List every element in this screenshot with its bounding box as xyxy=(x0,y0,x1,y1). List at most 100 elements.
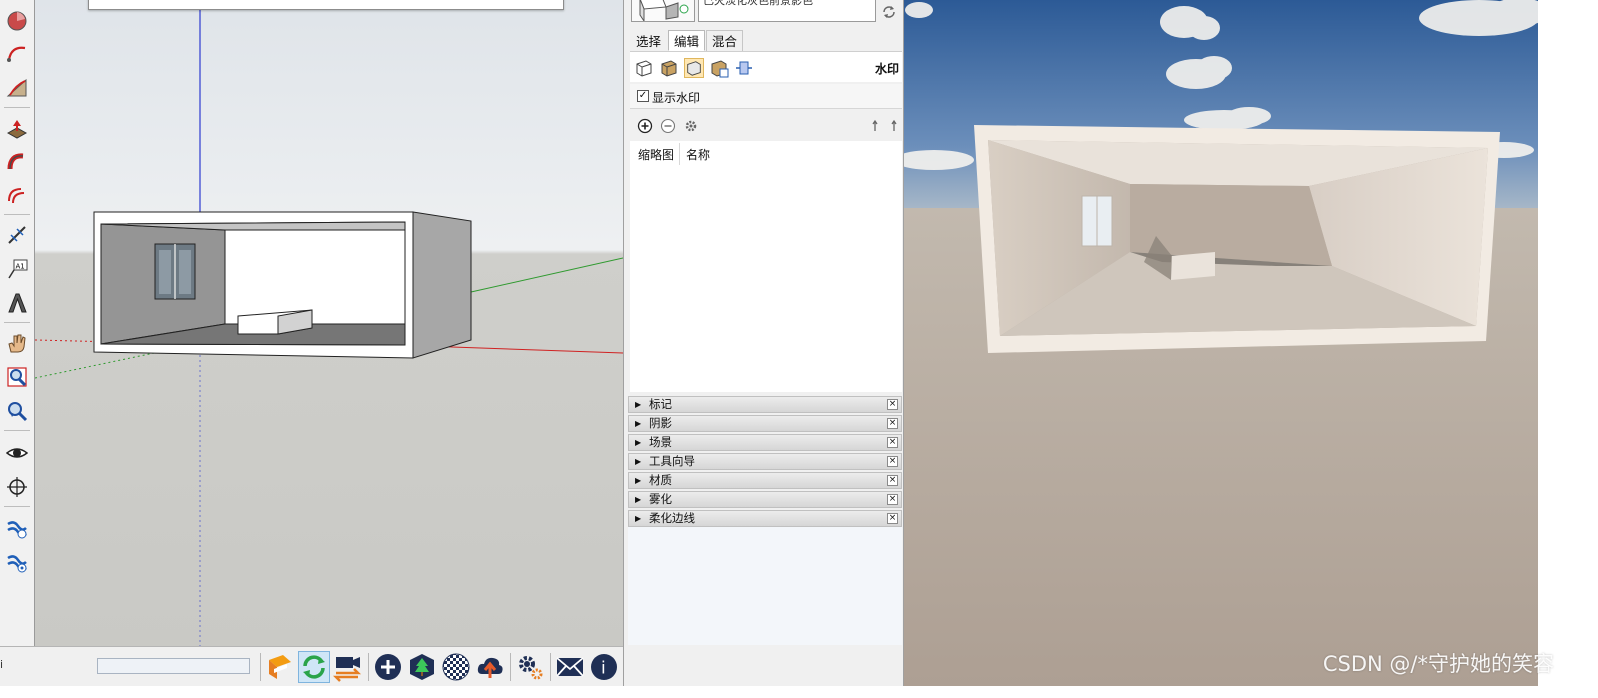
separator xyxy=(550,653,551,681)
mail-icon[interactable] xyxy=(554,651,586,683)
expand-arrow-icon: ▶ xyxy=(635,419,642,428)
watermark-settings-gear-icon[interactable] xyxy=(683,118,699,134)
floating-dialog[interactable] xyxy=(88,0,564,10)
expand-arrow-icon: ▶ xyxy=(635,457,642,466)
panel-shadows[interactable]: ▶ 阴影 × xyxy=(628,415,902,432)
style-cube-icon xyxy=(639,0,689,23)
panel-title: 场景 xyxy=(649,435,672,449)
tape-measure-icon[interactable] xyxy=(4,222,29,247)
cloud-upload-icon[interactable] xyxy=(474,651,506,683)
panel-soften-edges[interactable]: ▶ 柔化边线 × xyxy=(628,510,902,527)
separator xyxy=(510,653,511,681)
left-toolbar: A1 xyxy=(0,0,35,646)
close-icon[interactable]: × xyxy=(887,494,898,505)
add-watermark-icon[interactable] xyxy=(637,118,653,134)
move-down-icon[interactable] xyxy=(886,118,902,134)
style-description[interactable]: 已灭淡化灰色前景影色 xyxy=(698,0,876,22)
edit-section-title: 水印 xyxy=(874,62,899,76)
expand-arrow-icon: ▶ xyxy=(635,400,642,409)
close-icon[interactable]: × xyxy=(887,418,898,429)
column-divider xyxy=(679,143,680,165)
panel-materials[interactable]: ▶ 材质 × xyxy=(628,472,902,489)
position-camera-icon[interactable] xyxy=(4,474,29,499)
panel-scenes[interactable]: ▶ 场景 × xyxy=(628,434,902,451)
close-icon[interactable]: × xyxy=(887,456,898,467)
sync-icon[interactable] xyxy=(298,651,330,683)
separator xyxy=(368,653,369,681)
panel-title: 材质 xyxy=(649,473,672,487)
expand-arrow-icon: ▶ xyxy=(635,495,642,504)
tree-icon[interactable] xyxy=(406,651,438,683)
panel-title: 阴影 xyxy=(649,416,672,430)
render-image xyxy=(904,0,1538,686)
remove-watermark-icon[interactable] xyxy=(660,118,676,134)
close-icon[interactable]: × xyxy=(887,437,898,448)
show-watermark-row: ✓ 显示水印 xyxy=(630,84,902,109)
column-header-thumbnail[interactable]: 缩略图 xyxy=(638,146,674,163)
column-header-name[interactable]: 名称 xyxy=(686,146,710,163)
camera-export-icon[interactable] xyxy=(332,651,364,683)
panel-title: 柔化边线 xyxy=(649,511,695,525)
watermark-settings-icon[interactable] xyxy=(709,58,729,78)
panel-title: 雾化 xyxy=(649,492,672,506)
refresh-icon[interactable] xyxy=(880,3,898,21)
show-watermark-label: 显示水印 xyxy=(652,91,701,105)
offset-icon[interactable] xyxy=(4,182,29,207)
tab-select[interactable]: 选择 xyxy=(630,30,667,51)
edge-settings-icon[interactable] xyxy=(634,58,654,78)
status-bar: i i xyxy=(0,646,623,686)
separator xyxy=(4,430,30,431)
style-thumbnail[interactable] xyxy=(631,0,695,23)
plugin-a-icon[interactable] xyxy=(4,516,29,541)
freehand-icon[interactable] xyxy=(4,75,29,100)
settings-icon[interactable] xyxy=(514,651,546,683)
panel-tags[interactable]: ▶ 标记 × xyxy=(628,396,902,413)
info-icon[interactable]: i xyxy=(588,651,620,683)
expand-arrow-icon: ▶ xyxy=(635,514,642,523)
follow-me-icon[interactable] xyxy=(4,149,29,174)
tray-empty-area xyxy=(628,527,902,645)
text-tool-label: A1 xyxy=(15,262,24,270)
push-pull-icon[interactable] xyxy=(4,116,29,141)
move-up-icon[interactable] xyxy=(868,118,884,134)
tab-edit[interactable]: 编辑 xyxy=(668,30,706,51)
green-axis xyxy=(470,257,623,293)
pan-hand-icon[interactable] xyxy=(4,330,29,355)
plugin-b-icon[interactable] xyxy=(4,550,29,575)
look-around-icon[interactable] xyxy=(4,440,29,465)
modeling-settings-icon[interactable] xyxy=(734,58,754,78)
expand-arrow-icon: ▶ xyxy=(635,476,642,485)
close-icon[interactable]: × xyxy=(887,399,898,410)
3d-text-icon[interactable] xyxy=(4,290,29,315)
watermark-tools xyxy=(630,112,902,140)
scene-drawing xyxy=(35,0,623,646)
tab-mix[interactable]: 混合 xyxy=(706,30,744,51)
checker-icon[interactable] xyxy=(440,651,472,683)
expand-arrow-icon: ▶ xyxy=(635,438,642,447)
measurements-box[interactable] xyxy=(97,658,250,674)
pie-icon[interactable] xyxy=(4,8,29,33)
default-tray: 已灭淡化灰色前景影色 选择 编辑 混合 水印 ✓ 显示水印 缩略图 名称 ▶ 标… xyxy=(623,0,904,686)
edit-settings-bar: 水印 xyxy=(630,51,902,82)
separator xyxy=(260,653,261,681)
close-icon[interactable]: × xyxy=(887,513,898,524)
separator xyxy=(4,214,30,215)
zoom-icon[interactable] xyxy=(4,364,29,389)
render-logo-icon[interactable] xyxy=(264,651,296,683)
arc-icon[interactable] xyxy=(4,41,29,66)
sketchup-viewport[interactable] xyxy=(35,0,623,646)
status-info-glyph: i xyxy=(0,658,4,671)
background-settings-icon[interactable] xyxy=(684,58,704,78)
room-model xyxy=(93,211,472,359)
panel-instructor[interactable]: ▶ 工具向导 × xyxy=(628,453,902,470)
panel-fog[interactable]: ▶ 雾化 × xyxy=(628,491,902,508)
show-watermark-checkbox[interactable]: ✓ xyxy=(637,90,649,102)
add-icon[interactable] xyxy=(372,651,404,683)
face-settings-icon[interactable] xyxy=(659,58,679,78)
text-label-icon[interactable]: A1 xyxy=(4,256,29,281)
zoom-window-icon[interactable] xyxy=(4,398,29,423)
csdn-watermark: CSDN @/*守护她的笑容 xyxy=(1322,652,1554,676)
panel-title: 工具向导 xyxy=(649,454,695,468)
close-icon[interactable]: × xyxy=(887,475,898,486)
watermark-list[interactable]: 缩略图 名称 xyxy=(630,141,902,392)
